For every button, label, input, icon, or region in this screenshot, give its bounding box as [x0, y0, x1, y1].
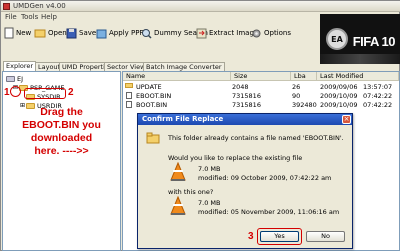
dialog-question: Would you like to replace the existing f…	[168, 154, 303, 162]
column-header-name[interactable]: Name	[123, 72, 231, 81]
drive-icon	[6, 75, 15, 82]
table-row[interactable]: UPDATE 2048 26 2009/09/06 13:57:07	[123, 83, 399, 92]
file-icon	[126, 101, 132, 108]
search-icon	[142, 28, 152, 39]
step-1-highlight	[10, 86, 21, 97]
banner-title: FIFA 10	[352, 34, 396, 49]
options-button[interactable]: Options	[251, 25, 291, 41]
new-file-modified: modified: 05 November 2009, 11:06:16 am	[198, 208, 340, 216]
file-time: 07:42:22	[363, 92, 393, 100]
file-date: 2009/10/09	[320, 92, 358, 100]
menu-file[interactable]: File	[5, 13, 17, 21]
ea-sports-logo: EA	[326, 28, 348, 50]
step-1-marker: 1	[4, 87, 10, 98]
file-lba: 90	[292, 92, 301, 100]
dialog-message: This folder already contains a file name…	[168, 134, 344, 142]
save-label: Save	[79, 29, 97, 37]
menu-tools[interactable]: Tools	[21, 13, 38, 21]
step-3-marker: 3	[248, 231, 254, 242]
main-window: UMDGen v4.00 File Tools Help New Open Sa…	[0, 0, 400, 251]
new-button[interactable]: New	[4, 25, 31, 41]
tree-item-root[interactable]: EJ	[6, 74, 23, 83]
file-time: 13:57:07	[363, 83, 393, 91]
table-row[interactable]: EBOOT.BIN 7315816 90 2009/10/09 07:42:22	[123, 92, 399, 101]
callout-line-4: here. ---->>	[34, 145, 89, 157]
save-button[interactable]: Save	[66, 25, 96, 41]
vlc-cone-icon	[170, 196, 186, 215]
existing-file-size: 7.0 MB	[198, 165, 221, 173]
column-header-modified[interactable]: Last Modified	[317, 72, 399, 81]
callout-line-3: downloaded	[30, 132, 93, 144]
dialog-with-this: with this one?	[168, 188, 214, 196]
toolbar: New Open Save Apply PPF Dummy Search Ext…	[1, 23, 321, 43]
column-header-size[interactable]: Size	[231, 72, 291, 81]
save-icon	[66, 28, 77, 38]
instruction-callout: Drag the EBOOT.BIN you downloaded here. …	[3, 106, 120, 158]
yes-button[interactable]: Yes	[260, 231, 299, 242]
patch-icon	[96, 29, 107, 38]
folder-icon	[146, 132, 160, 144]
title-bar: UMDGen v4.00	[1, 1, 400, 12]
apply-ppf-label: Apply PPF	[109, 29, 144, 37]
file-name: EBOOT.BIN	[136, 92, 172, 100]
existing-file-modified: modified: 09 October 2009, 07:42:22 am	[198, 174, 332, 182]
tree-root-label: EJ	[17, 74, 24, 83]
step-2-highlight	[24, 88, 66, 99]
column-header-lba[interactable]: Lba	[291, 72, 317, 81]
gear-icon	[252, 29, 261, 37]
menu-help[interactable]: Help	[41, 13, 57, 21]
apply-ppf-button[interactable]: Apply PPF	[96, 25, 143, 41]
banner-stripe	[320, 54, 400, 64]
file-date: 2009/10/09	[320, 101, 358, 109]
game-banner: EA FIFA 10	[320, 14, 400, 64]
open-folder-icon	[34, 29, 46, 38]
window-title: UMDGen v4.00	[13, 2, 66, 10]
file-size: 2048	[232, 83, 249, 91]
file-name: BOOT.BIN	[136, 101, 168, 109]
new-file-size: 7.0 MB	[198, 199, 221, 207]
file-icon	[126, 92, 132, 99]
callout-line-2: EBOOT.BIN you	[22, 119, 101, 131]
confirm-file-replace-dialog: Confirm File Replace × This folder alrea…	[137, 113, 353, 249]
extract-icon	[196, 28, 207, 38]
file-date: 2009/09/06	[320, 83, 358, 91]
folder-icon	[125, 83, 133, 88]
callout-line-1: Drag the	[40, 106, 83, 118]
file-size: 7315816	[232, 101, 261, 109]
app-icon	[3, 3, 10, 10]
file-lba: 392480	[292, 101, 317, 109]
new-label: New	[16, 29, 32, 37]
no-button[interactable]: No	[306, 231, 345, 242]
dialog-title: Confirm File Replace	[138, 114, 352, 125]
file-lba: 26	[292, 83, 301, 91]
open-label: Open	[48, 29, 67, 37]
file-size: 7315816	[232, 92, 261, 100]
table-row[interactable]: BOOT.BIN 7315816 392480 2009/10/09 07:42…	[123, 101, 399, 110]
vlc-cone-icon	[170, 162, 186, 181]
file-time: 07:42:22	[363, 101, 393, 109]
menu-bar: File Tools Help	[1, 12, 321, 22]
file-name: UPDATE	[136, 83, 162, 91]
open-button[interactable]: Open	[34, 25, 67, 41]
step-2-marker: 2	[68, 87, 74, 98]
options-label: Options	[264, 29, 292, 37]
new-icon	[4, 27, 14, 39]
extract-image-button[interactable]: Extract Image	[196, 25, 258, 41]
close-icon[interactable]: ×	[342, 115, 351, 124]
